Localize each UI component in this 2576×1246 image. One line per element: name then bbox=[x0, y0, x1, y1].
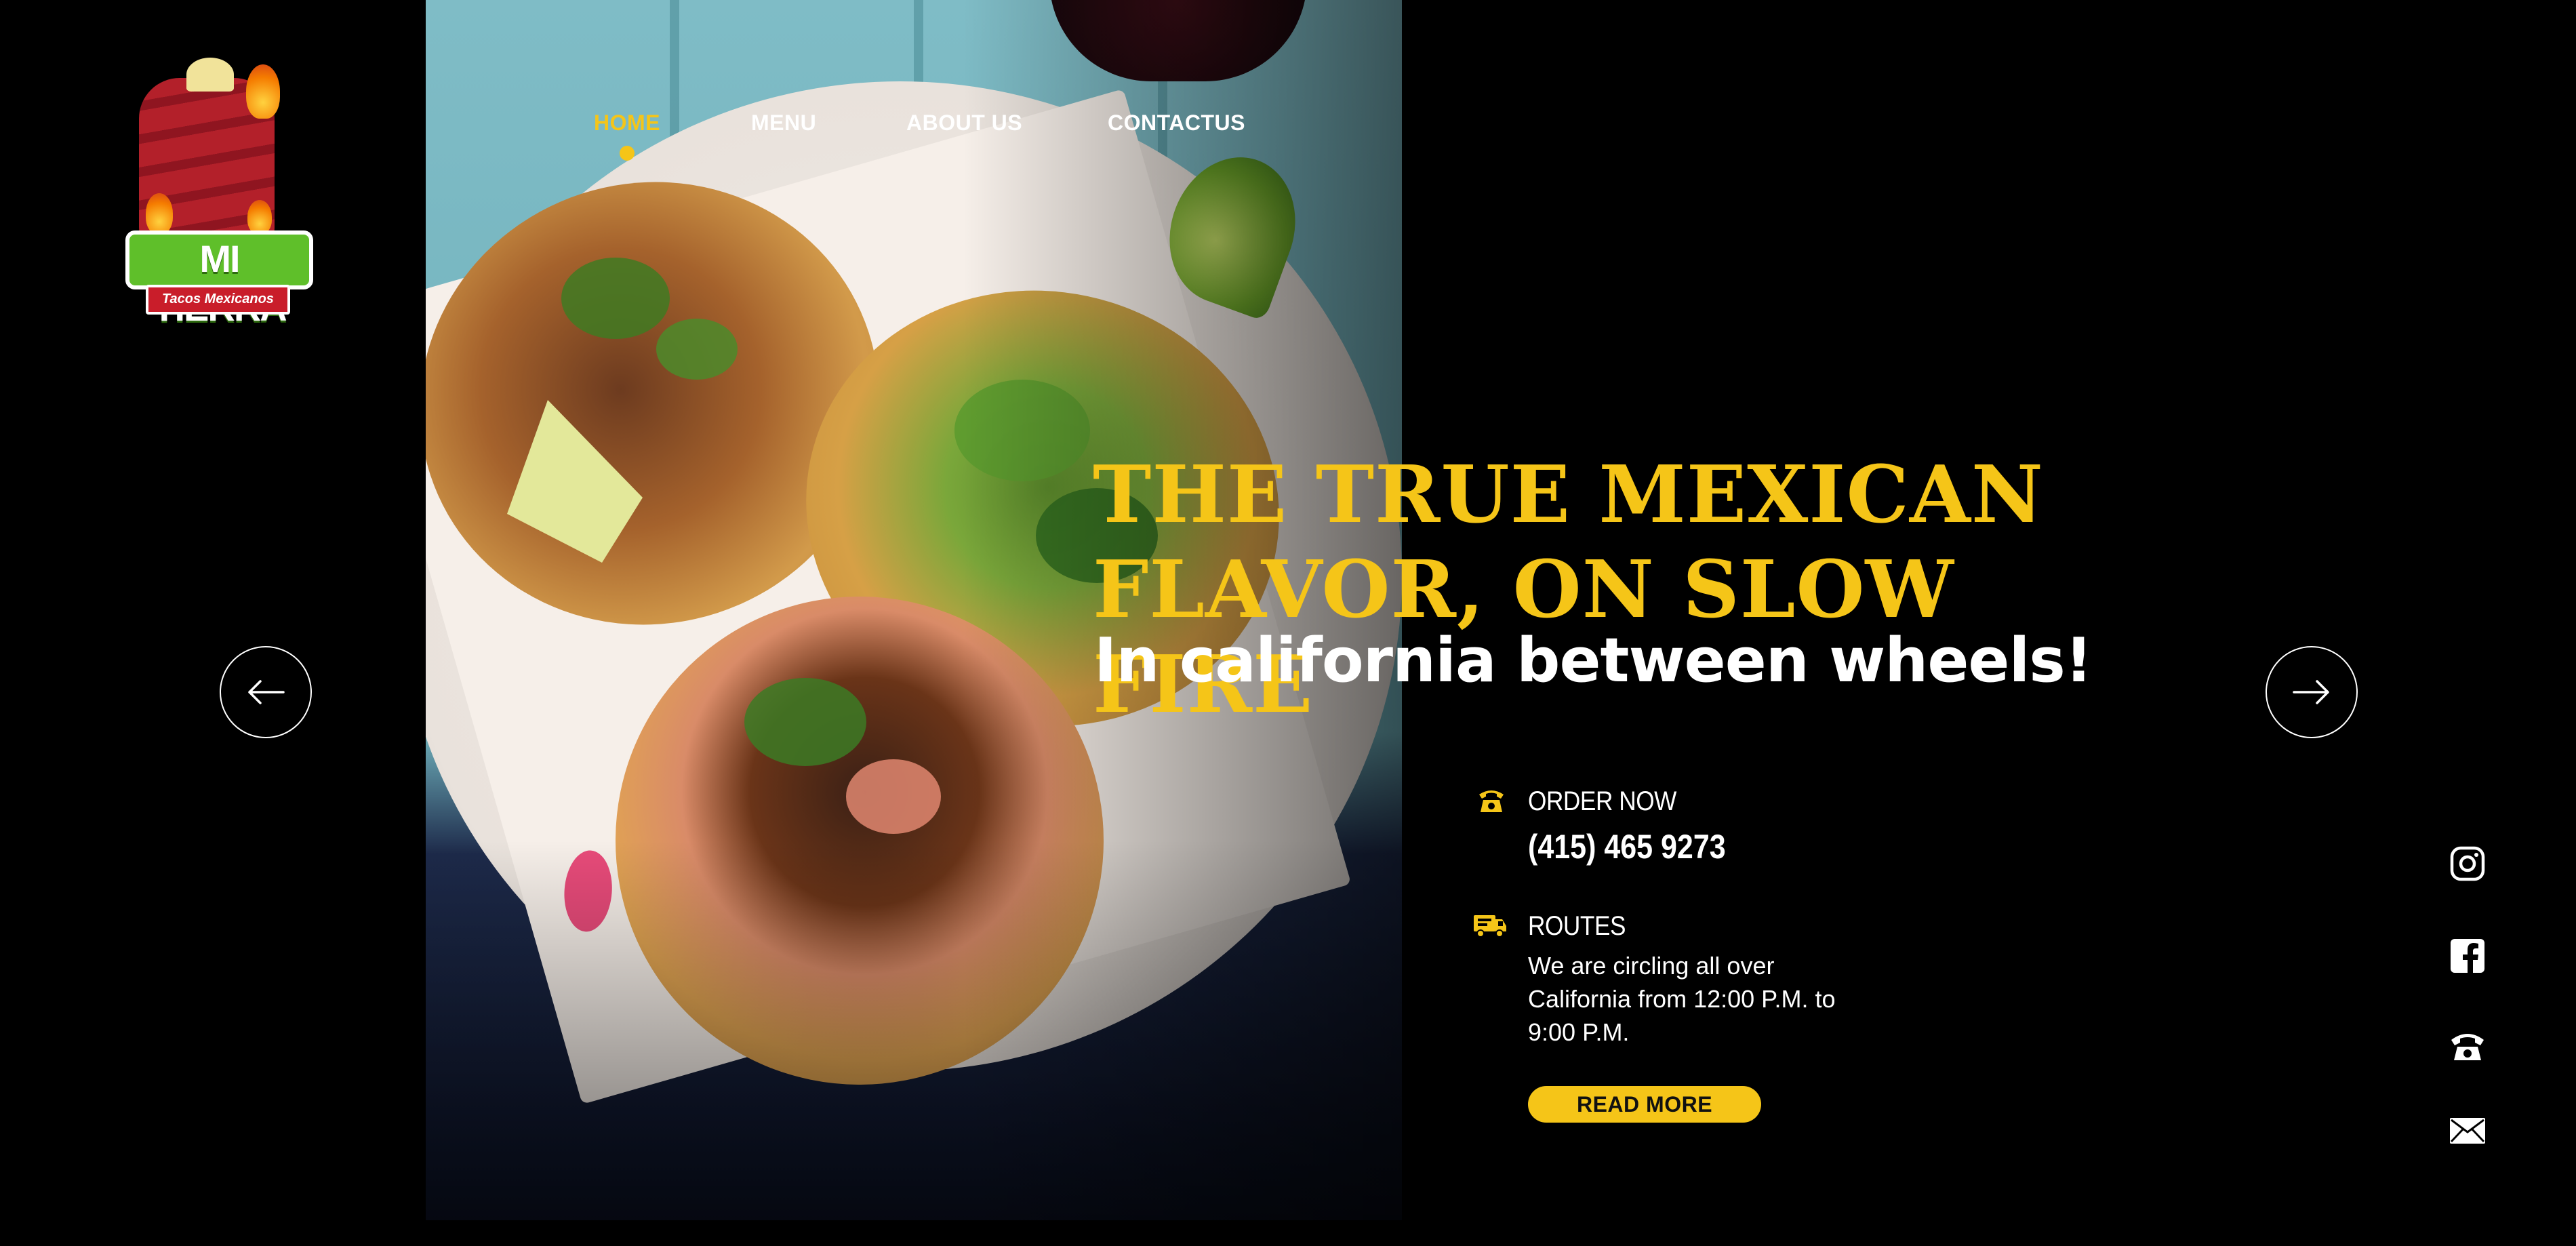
logo-wordmark: MI TIERRA bbox=[125, 230, 313, 329]
flame-icon bbox=[146, 193, 173, 234]
nav-item-home[interactable]: HOME bbox=[594, 110, 660, 161]
hero-headline-line-1: THE TRUE MEXICAN bbox=[1093, 449, 2044, 541]
instagram-link[interactable] bbox=[2447, 843, 2488, 884]
routes-description: We are circling all over California from… bbox=[1528, 952, 1836, 1046]
facebook-link[interactable] bbox=[2447, 936, 2488, 976]
read-more-button[interactable]: READ MORE bbox=[1528, 1086, 1761, 1123]
order-now-heading: ORDER NOW bbox=[1528, 786, 1676, 816]
carousel-next-button[interactable] bbox=[2266, 646, 2358, 738]
nav-item-contactus[interactable]: CONTACTUS bbox=[1108, 110, 1245, 136]
nav-item-label: HOME bbox=[594, 110, 660, 135]
food-truck-icon bbox=[1474, 915, 1506, 938]
nav-item-label: MENU bbox=[751, 110, 817, 135]
nav-item-label: ABOUT US bbox=[906, 110, 1023, 135]
nav-item-label: CONTACTUS bbox=[1108, 110, 1245, 135]
arrow-left-icon bbox=[248, 680, 285, 704]
flame-icon bbox=[246, 64, 280, 119]
nav-item-menu[interactable]: MENU bbox=[751, 110, 816, 136]
email-link[interactable] bbox=[2447, 1110, 2488, 1151]
phone-link[interactable] bbox=[2447, 1025, 2488, 1066]
telephone-icon bbox=[2451, 1034, 2484, 1060]
brand-logo[interactable]: MI TIERRA Tacos Mexicanos bbox=[125, 51, 313, 329]
instagram-icon bbox=[2450, 846, 2485, 881]
routes-heading: ROUTES bbox=[1528, 911, 1626, 941]
pineapple-top-graphic bbox=[186, 58, 234, 92]
flame-icon bbox=[247, 200, 272, 234]
facebook-icon bbox=[2451, 939, 2484, 973]
arrow-right-icon bbox=[2293, 680, 2329, 704]
nav-item-about-us[interactable]: ABOUT US bbox=[906, 110, 1022, 136]
hero-subline: In california between wheels! bbox=[1094, 625, 2093, 696]
order-phone-number[interactable]: (415) 465 9273 bbox=[1528, 827, 1726, 866]
carousel-prev-button[interactable] bbox=[220, 646, 312, 738]
logo-tagline: Tacos Mexicanos bbox=[146, 285, 290, 315]
active-indicator-dot bbox=[620, 146, 635, 161]
telephone-icon bbox=[1479, 790, 1504, 812]
mail-icon bbox=[2450, 1118, 2485, 1144]
